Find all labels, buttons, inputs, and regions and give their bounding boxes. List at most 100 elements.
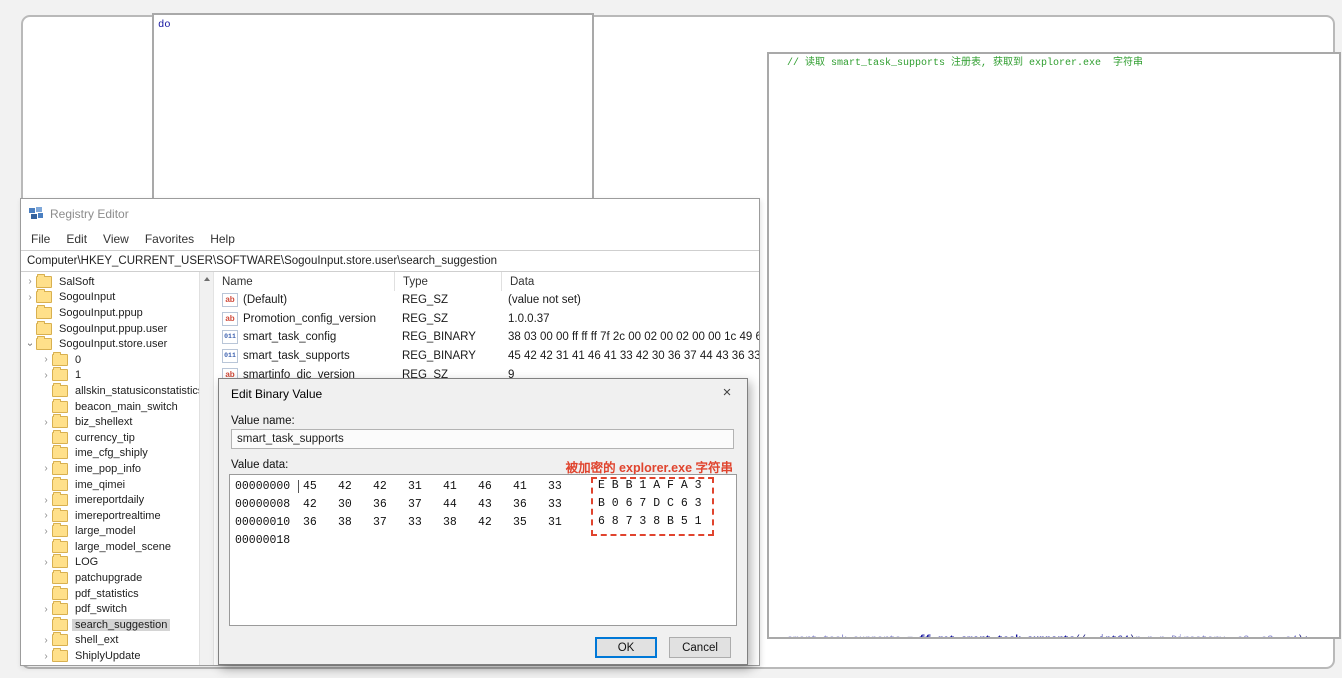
hex-ascii: E B B 1 A F A 3 bbox=[598, 479, 702, 492]
code-line: do bbox=[158, 19, 171, 31]
tree-item-large_model[interactable]: › large_model bbox=[21, 523, 213, 540]
hex-bytes: 42 30 36 37 44 43 36 33 bbox=[303, 495, 583, 513]
hex-row-00000008[interactable]: 00000008 42 30 36 37 44 43 36 33 B 0 6 7 D C 6 3 bbox=[230, 495, 736, 513]
expand-arrow-icon[interactable]: › bbox=[41, 510, 51, 521]
dialog-titlebar[interactable]: Edit Binary Value × bbox=[219, 379, 747, 407]
tree-item-patchupgrade[interactable]: patchupgrade bbox=[21, 570, 213, 586]
column-header-type[interactable]: Type bbox=[395, 272, 502, 291]
tree-item-label: large_model bbox=[75, 525, 136, 538]
folder-icon bbox=[36, 320, 52, 335]
ok-button[interactable]: OK bbox=[595, 637, 657, 658]
tree-item-label: currency_tip bbox=[75, 431, 135, 444]
hex-byte: 30 bbox=[338, 497, 352, 511]
tree-item-LOG[interactable]: › LOG bbox=[21, 554, 213, 571]
tree-item-ime_pop_info[interactable]: › ime_pop_info bbox=[21, 460, 213, 477]
tree-item-allskin_statusiconstatistics[interactable]: allskin_statusiconstatistics bbox=[21, 382, 213, 399]
tree-item-pdf_switch[interactable]: › pdf_switch bbox=[21, 601, 213, 617]
folder-icon bbox=[52, 445, 68, 460]
hex-row-00000010[interactable]: 00000010 36 38 37 33 38 42 35 31 6 8 7 3 8 B 5 1 bbox=[230, 513, 736, 531]
expand-arrow-icon[interactable]: › bbox=[41, 557, 51, 568]
hex-row-00000000[interactable]: 00000000 45 42 42 31 41 46 41 33 E B B 1 A F A 3 bbox=[230, 477, 736, 495]
expand-arrow-icon[interactable]: › bbox=[41, 370, 51, 381]
menu-help[interactable]: Help bbox=[202, 230, 243, 248]
tree-item-beacon_main_switch[interactable]: beacon_main_switch bbox=[21, 398, 213, 415]
values-header: Name Type Data bbox=[214, 272, 759, 291]
tree-item-SalSoft[interactable]: › SalSoft bbox=[21, 273, 213, 290]
expand-arrow-icon[interactable]: › bbox=[25, 292, 35, 303]
hex-byte: 42 bbox=[373, 479, 387, 493]
expand-arrow-icon[interactable]: › bbox=[41, 463, 51, 474]
expand-arrow-icon[interactable]: › bbox=[41, 417, 51, 428]
code-line: smart_task_supports = ff_get_smart_task_… bbox=[775, 634, 1333, 637]
value-row-smart_task_config[interactable]: 011 smart_task_config REG_BINARY 38 03 00 0… bbox=[214, 328, 759, 347]
folder-icon bbox=[52, 492, 68, 507]
folder-icon bbox=[52, 460, 68, 475]
expand-arrow-icon[interactable]: › bbox=[41, 635, 51, 646]
menu-edit[interactable]: Edit bbox=[58, 230, 95, 248]
hex-byte: 43 bbox=[478, 497, 492, 511]
tree-item-SogouInput.store.user[interactable]: › SogouInput.store.user bbox=[21, 336, 213, 352]
menu-file[interactable]: File bbox=[23, 230, 58, 248]
folder-icon bbox=[52, 570, 68, 585]
window-title: Registry Editor bbox=[50, 206, 129, 221]
hex-row-00000018[interactable]: 00000018 bbox=[230, 531, 736, 549]
folder-icon bbox=[52, 367, 68, 382]
tree-item-1[interactable]: › 1 bbox=[21, 367, 213, 384]
hex-byte: 46 bbox=[478, 479, 492, 493]
tree-item-label: ime_pop_info bbox=[75, 462, 142, 475]
tree-item-ShiplyUpdate[interactable]: › ShiplyUpdate bbox=[21, 648, 213, 664]
value-type: REG_BINARY bbox=[402, 331, 476, 344]
expand-arrow-icon[interactable]: › bbox=[41, 354, 51, 365]
hex-byte: 36 bbox=[303, 515, 317, 529]
tree-item-SogouInput[interactable]: › SogouInput bbox=[21, 289, 213, 306]
tree-item-shell_ext[interactable]: › shell_ext bbox=[21, 632, 213, 649]
menu-view[interactable]: View bbox=[95, 230, 137, 248]
tree-item-pdf_statistics[interactable]: pdf_statistics bbox=[21, 585, 213, 602]
registry-app-icon bbox=[29, 206, 43, 219]
tree-item-search_suggestion[interactable]: search_suggestion bbox=[21, 616, 213, 633]
expand-arrow-icon[interactable]: › bbox=[25, 276, 35, 287]
folder-icon bbox=[52, 476, 68, 491]
value-row-smart_task_supports[interactable]: 011 smart_task_supports REG_BINARY 45 42 42… bbox=[214, 347, 759, 366]
tree-item-0[interactable]: › 0 bbox=[21, 351, 213, 368]
tree-item-large_model_scene[interactable]: large_model_scene bbox=[21, 538, 213, 555]
value-name-field[interactable]: smart_task_supports bbox=[231, 429, 734, 449]
column-header-name[interactable]: Name bbox=[214, 272, 395, 291]
tree-item-SogouInput.ppup.user[interactable]: SogouInput.ppup.user bbox=[21, 320, 213, 337]
close-icon[interactable]: × bbox=[717, 383, 737, 403]
menu-favorites[interactable]: Favorites bbox=[137, 230, 202, 248]
expand-arrow-icon[interactable]: › bbox=[41, 651, 51, 662]
cancel-button[interactable]: Cancel bbox=[669, 637, 731, 658]
column-header-data[interactable]: Data bbox=[502, 272, 759, 291]
hex-address: 00000000 bbox=[235, 479, 291, 493]
registry-path: Computer\HKEY_CURRENT_USER\SOFTWARE\Sogo… bbox=[27, 255, 497, 267]
tree-item-biz_shellext[interactable]: › biz_shellext bbox=[21, 414, 213, 430]
screenshot-canvas: do ++n8;while ( aSmartTaskSuppo[n8] );ff… bbox=[0, 0, 1342, 678]
tree-item-imereportdaily[interactable]: › imereportdaily bbox=[21, 492, 213, 508]
tree-scrollbar[interactable] bbox=[199, 272, 213, 665]
tree-item-currency_tip[interactable]: currency_tip bbox=[21, 429, 213, 446]
expand-arrow-icon[interactable]: › bbox=[41, 604, 51, 615]
scroll-up-icon[interactable] bbox=[203, 277, 210, 281]
hex-byte: 44 bbox=[443, 497, 457, 511]
tree-item-ime_cfg_shiply[interactable]: ime_cfg_shiply bbox=[21, 445, 213, 462]
registry-addressbar[interactable]: Computer\HKEY_CURRENT_USER\SOFTWARE\Sogo… bbox=[21, 250, 759, 272]
tree-item-label: 1 bbox=[75, 369, 82, 382]
collapse-arrow-icon[interactable]: › bbox=[25, 339, 36, 349]
tree-item-SogouInput.ppup[interactable]: SogouInput.ppup bbox=[21, 304, 213, 321]
hex-byte: 37 bbox=[408, 497, 422, 511]
registry-tree: › SalSoft › SogouInput SogouInput.ppup SogouI… bbox=[21, 272, 214, 665]
registry-titlebar[interactable]: Registry Editor bbox=[21, 199, 759, 228]
tree-item-label: beacon_main_switch bbox=[75, 400, 178, 413]
expand-arrow-icon[interactable]: › bbox=[41, 495, 51, 506]
value-data: 38 03 00 00 ff ff ff 7f 2c 00 02 00 02 0… bbox=[508, 331, 759, 344]
tree-item-label: ime_qimei bbox=[75, 478, 126, 491]
tree-item-ime_qimei[interactable]: ime_qimei bbox=[21, 476, 213, 493]
expand-arrow-icon[interactable]: › bbox=[41, 526, 51, 537]
value-row-Promotion_config_version[interactable]: ab Promotion_config_version REG_SZ 1.0.0.37 bbox=[214, 310, 759, 329]
value-row-(Default)[interactable]: ab (Default) REG_SZ (value not set) bbox=[214, 291, 759, 310]
tree-item-imereportrealtime[interactable]: › imereportrealtime bbox=[21, 507, 213, 524]
tree-item-label: search_suggestion bbox=[72, 618, 171, 631]
hex-editor[interactable]: 00000000 45 42 42 31 41 46 41 33 E B B 1 A F A 30… bbox=[229, 474, 737, 626]
folder-icon bbox=[52, 616, 68, 631]
